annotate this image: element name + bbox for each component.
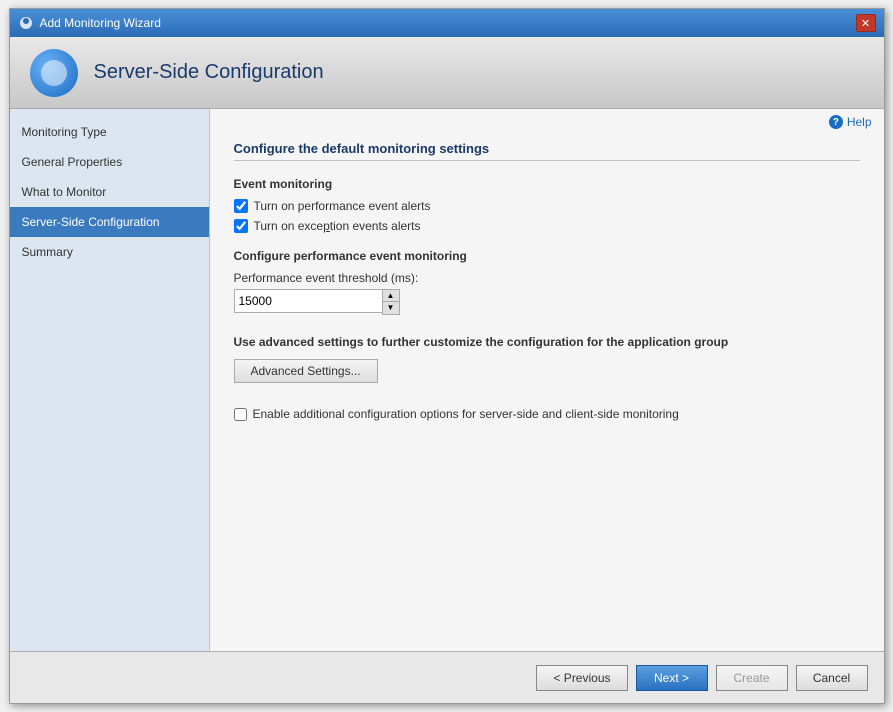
header-bar: Server-Side Configuration xyxy=(10,37,884,109)
next-button[interactable]: Next > xyxy=(636,665,708,691)
exception-alerts-checkbox[interactable] xyxy=(234,219,248,233)
event-monitoring-label: Event monitoring xyxy=(234,177,860,191)
perf-alerts-checkbox[interactable] xyxy=(234,199,248,213)
sidebar-item-monitoring-type[interactable]: Monitoring Type xyxy=(10,117,209,147)
sidebar-item-summary[interactable]: Summary xyxy=(10,237,209,267)
advanced-settings-button[interactable]: Advanced Settings... xyxy=(234,359,378,383)
additional-options-label[interactable]: Enable additional configuration options … xyxy=(253,407,679,421)
help-icon: ? xyxy=(829,115,843,129)
previous-button[interactable]: < Previous xyxy=(536,665,627,691)
help-link[interactable]: ? Help xyxy=(829,115,872,129)
spinner-buttons: ▲ ▼ xyxy=(382,289,400,315)
additional-options-checkbox[interactable] xyxy=(234,408,247,421)
close-button[interactable]: ✕ xyxy=(856,14,876,32)
window-icon xyxy=(18,15,34,31)
sidebar-item-what-to-monitor[interactable]: What to Monitor xyxy=(10,177,209,207)
create-button[interactable]: Create xyxy=(716,665,788,691)
sidebar-item-general-properties[interactable]: General Properties xyxy=(10,147,209,177)
spinner-up-button[interactable]: ▲ xyxy=(383,290,399,302)
additional-options-row: Enable additional configuration options … xyxy=(234,407,860,421)
content-area: Monitoring Type General Properties What … xyxy=(10,109,884,651)
footer-bar: < Previous Next > Create Cancel xyxy=(10,651,884,703)
header-icon xyxy=(30,49,78,97)
wizard-window: Add Monitoring Wizard ✕ Server-Side Conf… xyxy=(9,8,885,704)
perf-section-label: Configure performance event monitoring xyxy=(234,249,860,263)
advanced-section-text: Use advanced settings to further customi… xyxy=(234,335,860,349)
main-panel: ? Help Configure the default monitoring … xyxy=(210,109,884,651)
perf-alerts-label[interactable]: Turn on performance event alerts xyxy=(254,199,431,213)
help-label: Help xyxy=(847,115,872,129)
sidebar-item-server-side[interactable]: Server-Side Configuration xyxy=(10,207,209,237)
cancel-button[interactable]: Cancel xyxy=(796,665,868,691)
title-bar: Add Monitoring Wizard ✕ xyxy=(10,9,884,37)
threshold-spinner: ▲ ▼ xyxy=(234,289,402,315)
sidebar: Monitoring Type General Properties What … xyxy=(10,109,210,651)
perf-alerts-row: Turn on performance event alerts xyxy=(234,199,860,213)
main-content: Configure the default monitoring setting… xyxy=(210,131,884,651)
exception-alerts-row: Turn on exception events alerts xyxy=(234,219,860,233)
exception-alerts-label[interactable]: Turn on exception events alerts xyxy=(254,219,421,233)
window-title: Add Monitoring Wizard xyxy=(40,16,856,30)
configure-title: Configure the default monitoring setting… xyxy=(234,141,860,161)
threshold-input[interactable] xyxy=(234,289,382,313)
help-row: ? Help xyxy=(210,109,884,131)
page-title: Server-Side Configuration xyxy=(94,61,324,84)
threshold-label: Performance event threshold (ms): xyxy=(234,271,860,285)
spinner-down-button[interactable]: ▼ xyxy=(383,302,399,314)
